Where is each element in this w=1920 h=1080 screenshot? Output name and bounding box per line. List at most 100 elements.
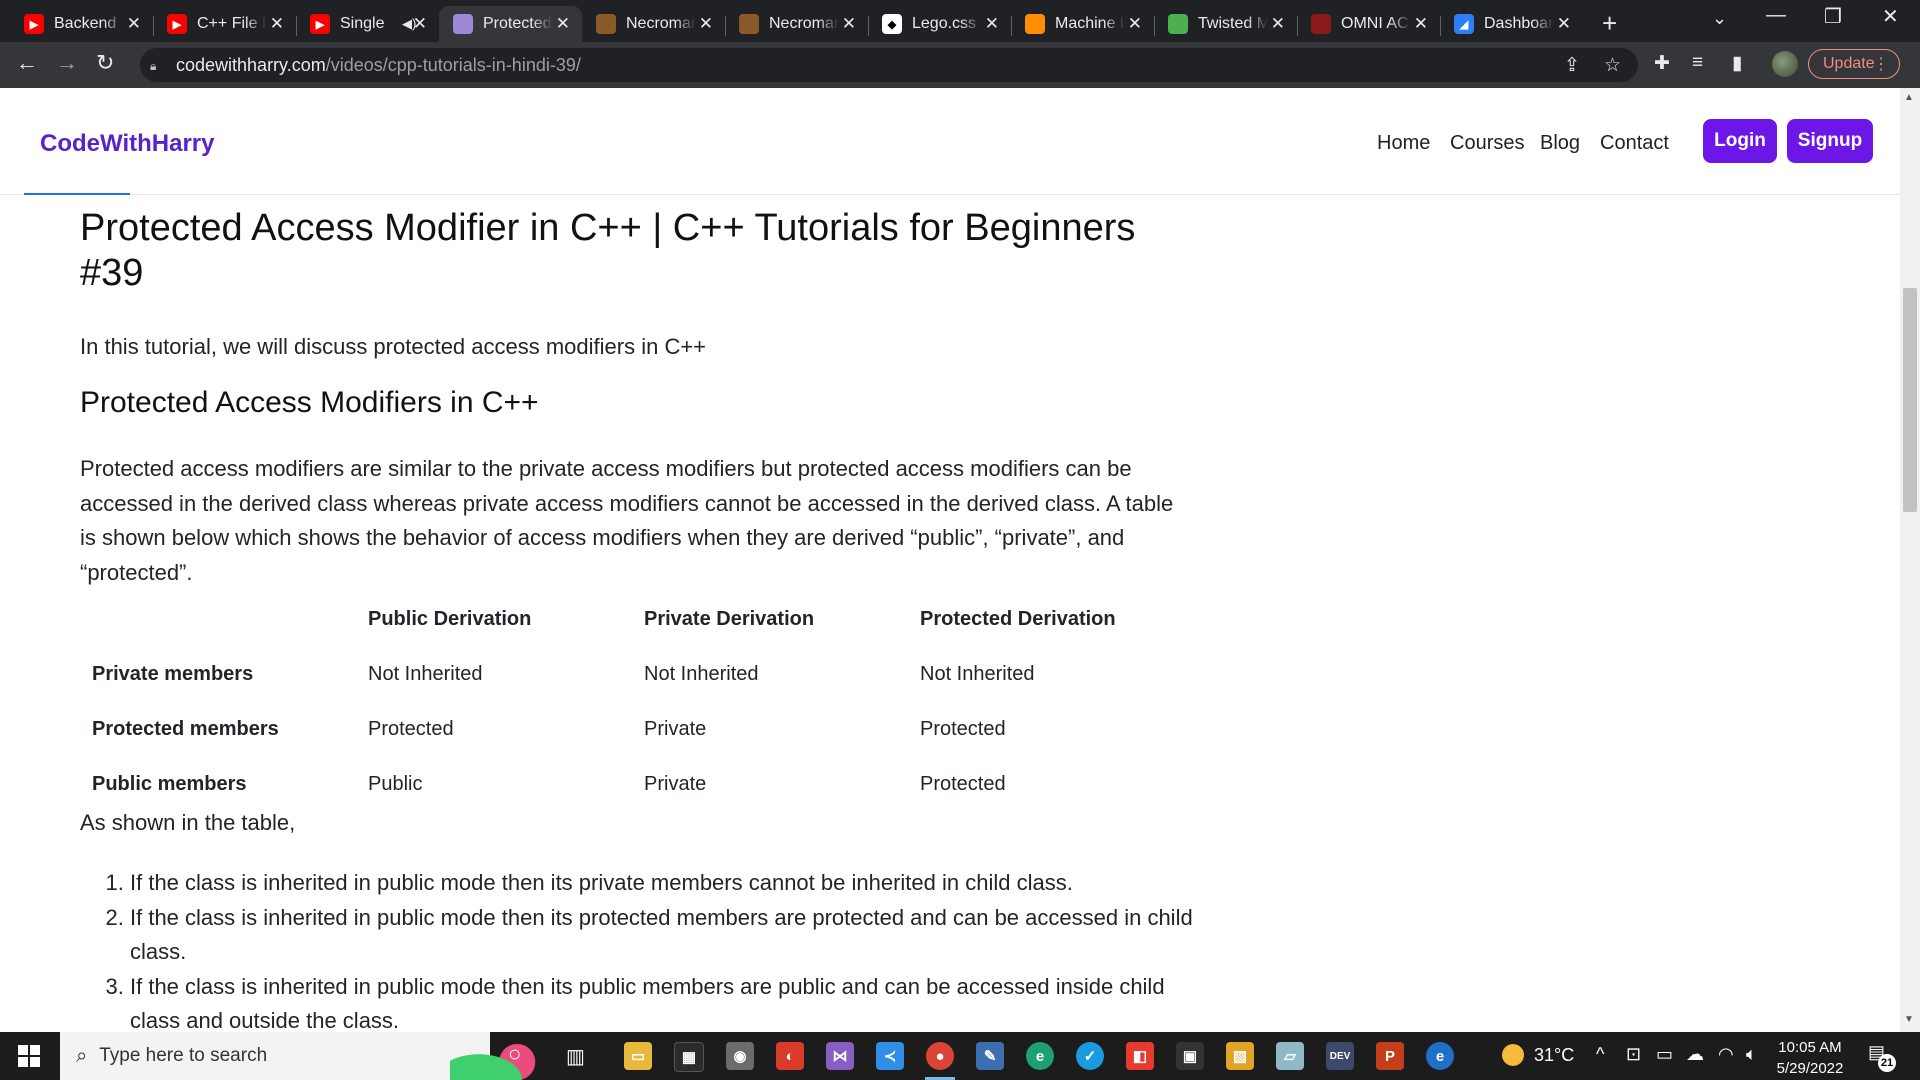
profile-avatar[interactable] — [1772, 51, 1798, 77]
chrome-icon[interactable]: ● — [926, 1042, 954, 1070]
browser-tab[interactable]: ▶ Single ◀) ✕ — [296, 6, 439, 42]
tab-search-chevron-icon[interactable]: ⌄ — [1712, 8, 1727, 29]
browser-tab[interactable]: Machine Learning✕ — [1011, 6, 1154, 42]
book-icon — [739, 14, 759, 34]
url-text[interactable]: codewithharry.com/videos/cpp-tutorials-i… — [176, 55, 581, 76]
camera-icon[interactable]: ◉ — [726, 1042, 754, 1070]
edge-icon[interactable]: e — [1026, 1042, 1054, 1070]
bird-app-icon[interactable]: ✓ — [1076, 1042, 1104, 1070]
photo-app-icon[interactable]: ▧ — [1226, 1042, 1254, 1070]
back-arrow-icon[interactable]: ← — [16, 50, 38, 76]
tab-close-icon[interactable]: ✕ — [413, 14, 427, 34]
tab-close-icon[interactable]: ✕ — [985, 14, 999, 34]
nav-blog[interactable]: Blog — [1540, 132, 1580, 155]
nav-contact[interactable]: Contact — [1600, 132, 1669, 155]
battery-icon[interactable]: ▭ — [1656, 1044, 1673, 1065]
table-header-row: Public Derivation Private Derivation Pro… — [80, 592, 1168, 647]
forward-arrow-icon[interactable]: → — [56, 50, 78, 76]
side-panel-icon[interactable]: ▮ — [1732, 52, 1742, 75]
minimize-icon[interactable]: — — [1766, 4, 1786, 27]
tab-close-icon[interactable]: ✕ — [1128, 14, 1142, 34]
new-tab-button[interactable]: + — [1602, 8, 1617, 39]
browser-tab[interactable]: ▶ Backend ✕ — [10, 6, 153, 42]
media-app-icon[interactable]: ◐ — [776, 1042, 804, 1070]
browser-tab[interactable]: Necromancer✕ — [582, 6, 725, 42]
browser-toolbar: ← → ↻ 🔒︎ codewithharry.com/videos/cpp-tu… — [0, 42, 1920, 88]
internet-explorer-icon[interactable]: e — [1426, 1042, 1454, 1070]
scrollbar-thumb[interactable] — [1903, 288, 1917, 512]
share-icon[interactable]: ⇪ — [1564, 54, 1580, 77]
scroll-down-arrow-icon[interactable]: ▼ — [1904, 1014, 1914, 1025]
tab-separator — [1011, 16, 1012, 36]
tab-close-icon[interactable]: ✕ — [127, 14, 141, 34]
signup-button[interactable]: Signup — [1787, 119, 1873, 163]
tab-close-icon[interactable]: ✕ — [699, 14, 713, 34]
extensions-puzzle-icon[interactable]: ✚ — [1654, 52, 1670, 75]
weather-widget[interactable]: 31°C — [1502, 1044, 1574, 1066]
after-table-text: As shown in the table, — [80, 810, 296, 835]
cortana-circle-icon[interactable]: ○ — [508, 1041, 521, 1067]
nav-home[interactable]: Home — [1377, 132, 1430, 155]
lock-icon[interactable]: 🔒︎ — [150, 59, 162, 73]
brand-logo[interactable]: CodeWithHarry — [40, 130, 214, 158]
restore-icon[interactable]: ❐ — [1824, 4, 1842, 29]
file-explorer-icon[interactable]: ▭ — [624, 1042, 652, 1070]
sun-icon — [1502, 1044, 1524, 1066]
search-highlight-illustration — [450, 1040, 546, 1080]
nav-courses[interactable]: Courses — [1450, 132, 1524, 155]
tensorflow-icon — [1025, 14, 1045, 34]
visual-studio-icon[interactable]: ⋈ — [826, 1042, 854, 1070]
browser-tab[interactable]: Protected ✕ — [439, 6, 582, 42]
lego-icon: ◆ — [882, 14, 902, 34]
browser-tab[interactable]: ◢ Dashboard✕ — [1440, 6, 1583, 42]
task-view-icon[interactable]: ▥ — [566, 1044, 585, 1069]
table-cell: Protected — [920, 773, 1006, 795]
office-icon[interactable]: ◧ — [1126, 1042, 1154, 1070]
system-clock[interactable]: 10:05 AM 5/29/2022 — [1770, 1037, 1850, 1079]
meet-now-icon[interactable]: ⊡ — [1626, 1044, 1641, 1065]
microsoft-store-icon[interactable]: ▦ — [674, 1042, 704, 1072]
browser-tab[interactable]: OMNI AC ✕ — [1297, 6, 1440, 42]
address-bar[interactable]: 🔒︎ codewithharry.com/videos/cpp-tutorial… — [140, 48, 1638, 82]
book-icon — [596, 14, 616, 34]
dev-cpp-icon[interactable]: DEV — [1326, 1042, 1354, 1070]
close-window-icon[interactable]: ✕ — [1882, 4, 1899, 29]
temperature: 31°C — [1534, 1044, 1575, 1065]
tab-separator — [296, 16, 297, 36]
tab-close-icon[interactable]: ✕ — [842, 14, 856, 34]
update-button[interactable]: Update ⋮ — [1808, 49, 1900, 79]
tab-close-icon[interactable]: ✕ — [556, 14, 570, 34]
powerpoint-icon[interactable]: P — [1376, 1042, 1404, 1070]
vscode-icon[interactable]: ≺ — [876, 1042, 904, 1070]
taskbar-search-box[interactable]: ⌕ Type here to search — [60, 1032, 546, 1080]
browser-tab[interactable]: ◆ Lego.css ✕ — [868, 6, 1011, 42]
tab-close-icon[interactable]: ✕ — [1414, 14, 1428, 34]
paint-icon[interactable]: ✎ — [976, 1042, 1004, 1070]
tray-chevron-up-icon[interactable]: ^ — [1596, 1044, 1604, 1065]
notes-app-icon[interactable]: ▱ — [1276, 1042, 1304, 1070]
tab-separator — [1154, 16, 1155, 36]
wifi-icon[interactable]: ◠ — [1718, 1044, 1734, 1065]
scroll-up-arrow-icon[interactable]: ▲ — [1904, 92, 1914, 103]
tab-close-icon[interactable]: ✕ — [1271, 14, 1285, 34]
media-queue-icon[interactable]: ≡ — [1692, 52, 1703, 74]
login-button[interactable]: Login — [1703, 119, 1777, 163]
search-placeholder: Type here to search — [99, 1045, 268, 1066]
game-app-icon[interactable]: ▣ — [1176, 1042, 1204, 1070]
tab-separator — [1297, 16, 1298, 36]
more-menu-icon[interactable]: ⋮ — [1873, 54, 1889, 74]
browser-tab[interactable]: ▶ C++ File I ✕ — [153, 6, 296, 42]
browser-tab[interactable]: Twisted Minds✕ — [1154, 6, 1297, 42]
bookmark-star-icon[interactable]: ☆ — [1604, 54, 1621, 77]
volume-icon[interactable]: 🔈︎ — [1746, 1044, 1757, 1065]
onedrive-cloud-icon[interactable]: ☁ — [1686, 1044, 1704, 1065]
page-scrollbar[interactable] — [1900, 88, 1920, 1032]
clock-time: 10:05 AM — [1778, 1039, 1842, 1056]
section-heading: Protected Access Modifiers in C++ — [80, 386, 539, 419]
codewithharry-avatar-icon — [453, 14, 473, 34]
browser-tab[interactable]: Necromancer✕ — [725, 6, 868, 42]
reload-icon[interactable]: ↻ — [96, 50, 114, 76]
tab-close-icon[interactable]: ✕ — [270, 14, 284, 34]
windows-start-icon[interactable] — [18, 1045, 40, 1067]
tab-close-icon[interactable]: ✕ — [1557, 14, 1571, 34]
